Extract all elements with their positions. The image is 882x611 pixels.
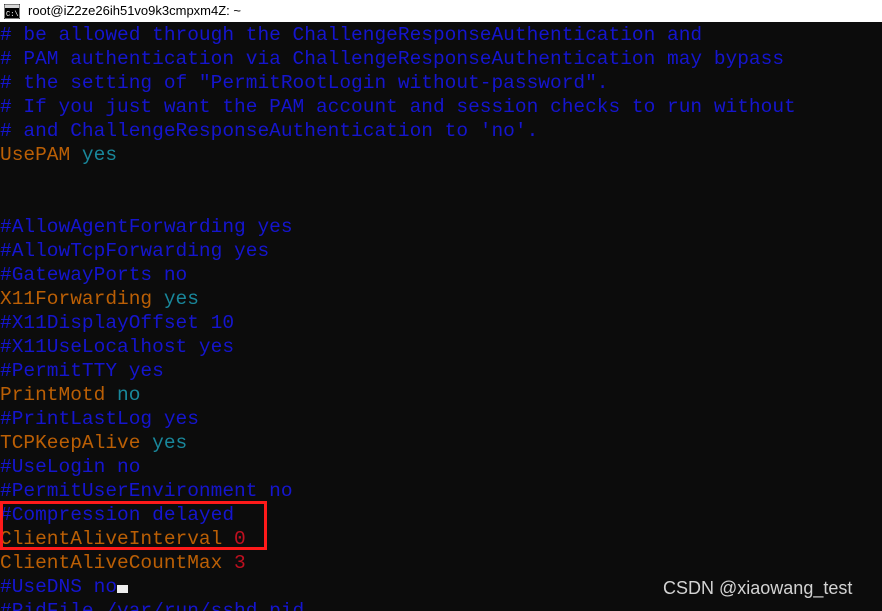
terminal-token-comment: #PidFile /var/run/sshd.pid: [0, 600, 305, 611]
console-icon: C:\: [4, 3, 20, 19]
terminal-token-value: yes: [152, 288, 199, 310]
terminal-line: ClientAliveCountMax 3: [0, 551, 796, 575]
terminal-text-area: # be allowed through the ChallengeRespon…: [0, 23, 796, 611]
terminal-token-number: 0: [222, 528, 246, 550]
terminal-token-keyword: X11Forwarding: [0, 288, 153, 310]
terminal-window: C:\ root@iZ2ze26ih51vo9k3cmpxm4Z: ~ # be…: [0, 0, 882, 611]
terminal-token-comment: #UseDNS no: [0, 576, 118, 598]
terminal-token-comment: #AllowTcpForwarding yes: [0, 240, 270, 262]
terminal-line: UsePAM yes: [0, 143, 796, 167]
terminal-line: # the setting of "PermitRootLogin withou…: [0, 71, 796, 95]
csdn-watermark: CSDN @xiaowang_test: [663, 578, 853, 598]
terminal-token-keyword: PrintMotd: [0, 384, 106, 406]
terminal-line: #AllowAgentForwarding yes: [0, 215, 796, 239]
terminal-token-number: 3: [222, 552, 246, 574]
terminal-token-comment: #AllowAgentForwarding yes: [0, 216, 293, 238]
terminal-line: # If you just want the PAM account and s…: [0, 95, 796, 119]
terminal-line: #PermitUserEnvironment no: [0, 479, 796, 503]
terminal-token-value: yes: [70, 144, 118, 166]
terminal-line: #Compression delayed: [0, 503, 796, 527]
terminal-token-value: yes: [140, 432, 188, 454]
terminal-token-comment: #X11UseLocalhost yes: [0, 336, 235, 358]
terminal-token-comment: #GatewayPorts no: [0, 264, 188, 286]
window-title: root@iZ2ze26ih51vo9k3cmpxm4Z: ~: [28, 3, 241, 18]
svg-text:C:\: C:\: [6, 11, 19, 19]
window-titlebar: C:\ root@iZ2ze26ih51vo9k3cmpxm4Z: ~: [0, 0, 882, 22]
terminal-line: PrintMotd no: [0, 383, 796, 407]
terminal-token-comment: #X11DisplayOffset 10: [0, 312, 235, 334]
terminal-line: ClientAliveInterval 0: [0, 527, 796, 551]
terminal-line: #PermitTTY yes: [0, 359, 796, 383]
terminal-line: #X11UseLocalhost yes: [0, 335, 796, 359]
terminal-token-keyword: TCPKeepAlive: [0, 432, 141, 454]
terminal-token-comment: # be allowed through the ChallengeRespon…: [0, 24, 703, 46]
terminal-body[interactable]: # be allowed through the ChallengeRespon…: [0, 22, 882, 611]
terminal-line: #PrintLastLog yes: [0, 407, 796, 431]
terminal-line: # be allowed through the ChallengeRespon…: [0, 23, 796, 47]
terminal-token-comment: #PermitTTY yes: [0, 360, 164, 382]
terminal-line: # PAM authentication via ChallengeRespon…: [0, 47, 796, 71]
terminal-line: X11Forwarding yes: [0, 287, 796, 311]
terminal-line: #GatewayPorts no: [0, 263, 796, 287]
terminal-token-comment: #PermitUserEnvironment no: [0, 480, 293, 502]
terminal-token-comment: # If you just want the PAM account and s…: [0, 96, 796, 118]
text-cursor: [117, 585, 129, 593]
terminal-line: # and ChallengeResponseAuthentication to…: [0, 119, 796, 143]
terminal-token-comment: # PAM authentication via ChallengeRespon…: [0, 48, 785, 70]
terminal-line: #X11DisplayOffset 10: [0, 311, 796, 335]
terminal-token-keyword: ClientAliveCountMax: [0, 552, 223, 574]
terminal-token-comment: #PrintLastLog yes: [0, 408, 199, 430]
terminal-line: #AllowTcpForwarding yes: [0, 239, 796, 263]
terminal-line: #PidFile /var/run/sshd.pid: [0, 599, 796, 611]
terminal-token-value: no: [105, 384, 141, 406]
terminal-line: #UseLogin no: [0, 455, 796, 479]
terminal-token-keyword: ClientAliveInterval: [0, 528, 223, 550]
terminal-token-keyword: UsePAM: [0, 144, 71, 166]
terminal-token-comment: # the setting of "PermitRootLogin withou…: [0, 72, 609, 94]
terminal-token-comment: #UseLogin no: [0, 456, 141, 478]
terminal-token-comment: # and ChallengeResponseAuthentication to…: [0, 120, 539, 142]
terminal-token-comment: #Compression delayed: [0, 504, 235, 526]
terminal-line: TCPKeepAlive yes: [0, 431, 796, 455]
